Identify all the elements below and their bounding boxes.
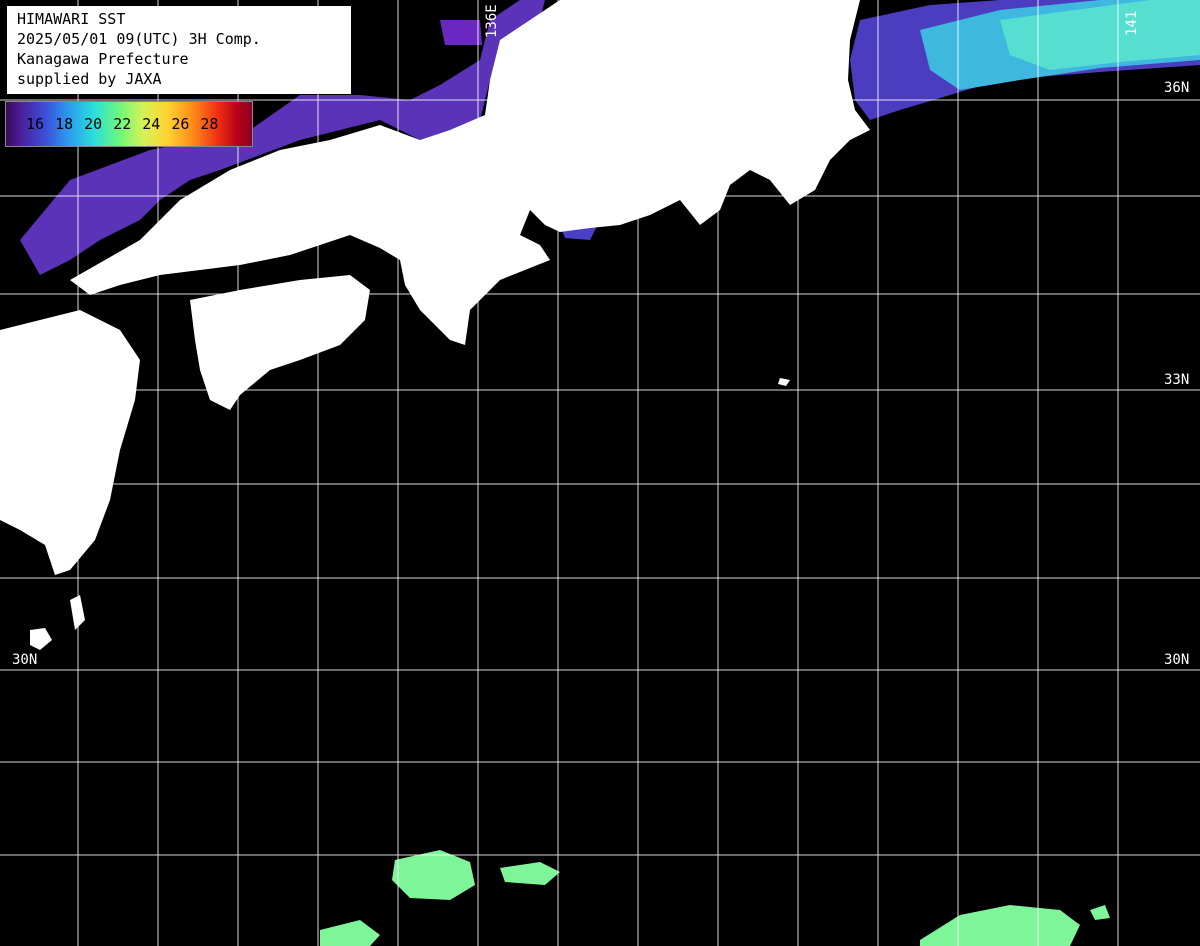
scale-tick-16: 16 xyxy=(26,115,45,133)
lat-label-30n-right: 30N xyxy=(1164,652,1190,668)
title-line-4: supplied by JAXA xyxy=(17,70,162,88)
color-scale-legend: 16 18 20 22 24 26 28 xyxy=(5,101,253,147)
scale-tick-28: 28 xyxy=(200,115,219,133)
title-line-3: Kanagawa Prefecture xyxy=(17,50,189,68)
title-box: HIMAWARI SST 2025/05/01 09(UTC) 3H Comp.… xyxy=(7,6,351,94)
scale-tick-18: 18 xyxy=(55,115,74,133)
scale-tick-26: 26 xyxy=(171,115,190,133)
lat-label-33n: 33N xyxy=(1164,372,1190,388)
lon-label-141: 141 xyxy=(1124,10,1140,36)
lat-label-33-left: 33 xyxy=(12,372,29,388)
lat-label-36n: 36N xyxy=(1164,80,1190,96)
lon-label-136e: 136E xyxy=(484,4,500,38)
scale-tick-22: 22 xyxy=(113,115,132,133)
title-line-2: 2025/05/01 09(UTC) 3H Comp. xyxy=(17,30,261,48)
scale-tick-20: 20 xyxy=(84,115,103,133)
scale-tick-24: 24 xyxy=(142,115,161,133)
lat-label-30n-left: 30N xyxy=(12,652,38,668)
title-line-1: HIMAWARI SST xyxy=(17,10,126,28)
